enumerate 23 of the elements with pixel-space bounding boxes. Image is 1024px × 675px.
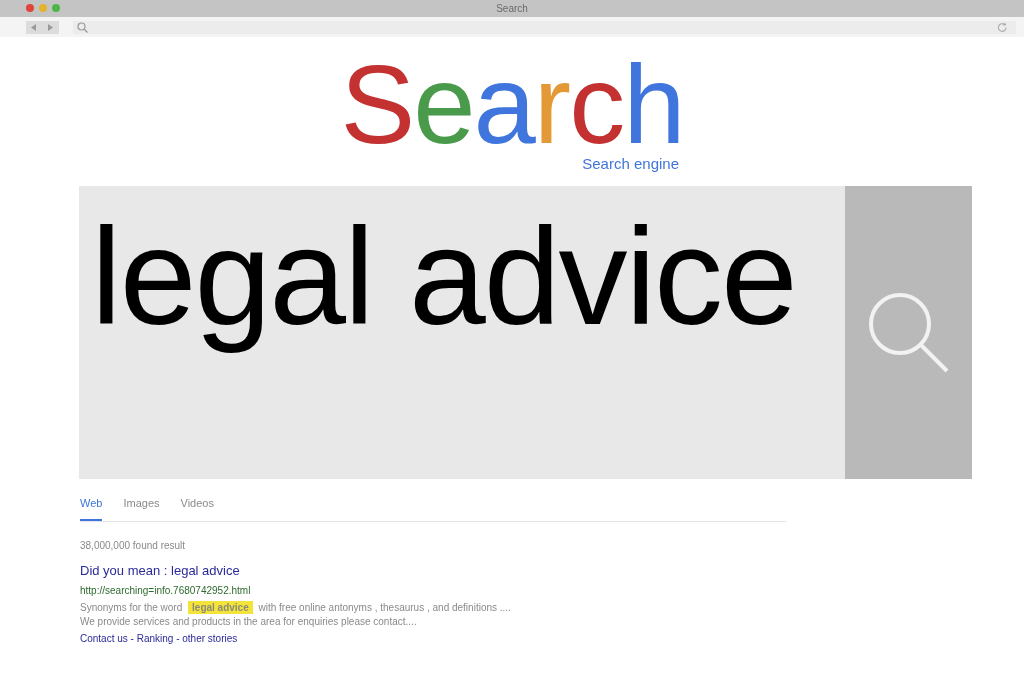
forward-icon[interactable] [47, 23, 54, 31]
search-button[interactable] [845, 186, 972, 479]
back-icon[interactable] [31, 23, 38, 31]
result-title-link[interactable]: Did you mean : legal advice [80, 563, 240, 578]
minimize-dot[interactable] [39, 4, 47, 12]
result-snippet: Synonyms for the word legal advice with free online antonyms , thesaurus , and definitions .... [80, 602, 512, 613]
search-icon [77, 21, 88, 33]
search-field[interactable]: legal advice [79, 186, 845, 479]
close-dot[interactable] [26, 4, 34, 12]
result-url: http://searching=info.7680742952.html [80, 585, 252, 596]
search-icon [867, 291, 950, 374]
tab[interactable]: Videos [180, 497, 214, 521]
result-links[interactable]: Contact us - Ranking - other stories [80, 633, 238, 644]
result-snippet: We provide services and products in the area for enquiries please contact.... [80, 616, 418, 627]
nav-buttons[interactable] [26, 20, 59, 34]
result-count: 38,000,000 found result [80, 540, 187, 551]
tab[interactable]: Images [123, 497, 160, 521]
window-title: Search [496, 3, 528, 14]
logo-subtitle: Search engine [582, 155, 679, 172]
reload-icon[interactable] [997, 21, 1008, 33]
tab[interactable]: Web [80, 497, 103, 521]
maximize-dot[interactable] [52, 4, 60, 12]
address-bar[interactable] [73, 20, 1016, 34]
